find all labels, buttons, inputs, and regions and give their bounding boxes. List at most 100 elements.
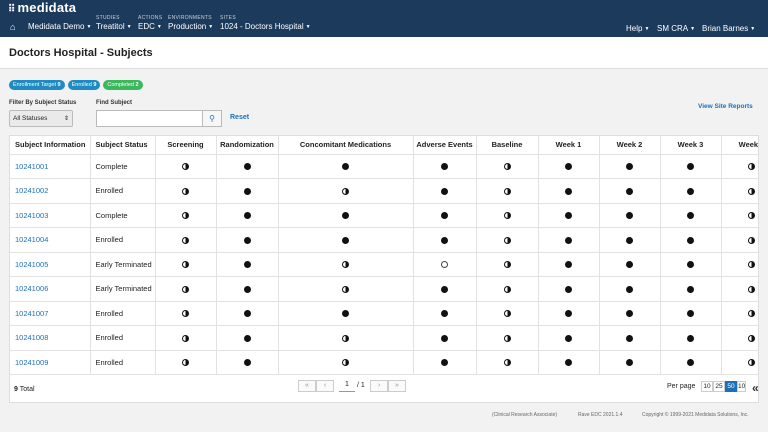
help-menu[interactable]: Help ▼	[626, 24, 649, 33]
folder-status-cell[interactable]	[155, 227, 217, 253]
table-row[interactable]: 10241001 Complete	[10, 154, 758, 179]
folder-status-cell[interactable]	[599, 252, 661, 277]
folder-status-cell[interactable]	[721, 325, 758, 351]
folder-status-cell[interactable]	[476, 276, 539, 302]
folder-status-cell[interactable]	[216, 301, 279, 326]
subject-id-link[interactable]: 10241009	[10, 350, 91, 375]
table-row[interactable]: 10241008 Enrolled	[10, 325, 758, 351]
table-row[interactable]: 10241004 Enrolled	[10, 227, 758, 253]
actions-menu[interactable]: ACTIONS EDC ▼	[138, 15, 162, 31]
folder-status-cell[interactable]	[599, 203, 661, 228]
folder-status-cell[interactable]	[413, 276, 477, 302]
folder-status-cell[interactable]	[721, 154, 758, 179]
collapse-panel-icon[interactable]: «	[752, 381, 759, 395]
per-page-25[interactable]: 25	[713, 381, 725, 392]
per-page-100[interactable]: 10	[737, 381, 746, 392]
folder-status-cell[interactable]	[660, 276, 722, 302]
table-row[interactable]: 10241003 Complete	[10, 203, 758, 228]
enrollment-target-badge[interactable]: Enrollment Target 9	[9, 80, 65, 90]
folder-status-cell[interactable]	[599, 301, 661, 326]
folder-status-cell[interactable]	[538, 350, 600, 375]
folder-status-cell[interactable]	[155, 154, 217, 179]
folder-status-cell[interactable]	[599, 227, 661, 253]
environment-menu[interactable]: ENVIRONMENTS Production ▼	[168, 15, 213, 31]
folder-status-cell[interactable]	[476, 252, 539, 277]
folder-status-cell[interactable]	[599, 276, 661, 302]
table-row[interactable]: 10241006 Early Terminated	[10, 276, 758, 302]
folder-status-cell[interactable]	[216, 203, 279, 228]
folder-status-cell[interactable]	[278, 178, 414, 204]
folder-status-cell[interactable]	[721, 227, 758, 253]
folder-status-cell[interactable]	[538, 227, 600, 253]
medidata-logo[interactable]: ⠿ medidata	[8, 0, 76, 15]
next-page-button[interactable]: ›	[370, 380, 388, 392]
folder-status-cell[interactable]	[660, 252, 722, 277]
subject-id-link[interactable]: 10241003	[10, 203, 91, 228]
folder-status-cell[interactable]	[413, 350, 477, 375]
study-menu[interactable]: STUDIES Treatitol ▼	[96, 15, 132, 31]
folder-status-cell[interactable]	[721, 276, 758, 302]
table-row[interactable]: 10241002 Enrolled	[10, 178, 758, 204]
folder-status-cell[interactable]	[278, 154, 414, 179]
folder-status-cell[interactable]	[660, 350, 722, 375]
subject-id-link[interactable]: 10241006	[10, 276, 91, 302]
folder-status-cell[interactable]	[721, 252, 758, 277]
folder-status-cell[interactable]	[413, 178, 477, 204]
table-row[interactable]: 10241007 Enrolled	[10, 301, 758, 326]
folder-status-cell[interactable]	[721, 203, 758, 228]
folder-status-cell[interactable]	[155, 350, 217, 375]
folder-status-cell[interactable]	[278, 252, 414, 277]
folder-status-cell[interactable]	[721, 350, 758, 375]
subject-id-link[interactable]: 10241005	[10, 252, 91, 277]
folder-status-cell[interactable]	[155, 276, 217, 302]
folder-status-cell[interactable]	[538, 203, 600, 228]
folder-status-cell[interactable]	[538, 154, 600, 179]
folder-status-cell[interactable]	[278, 227, 414, 253]
table-row[interactable]: 10241005 Early Terminated	[10, 252, 758, 277]
folder-status-cell[interactable]	[413, 325, 477, 351]
folder-status-cell[interactable]	[476, 178, 539, 204]
first-page-button[interactable]: «	[298, 380, 316, 392]
folder-status-cell[interactable]	[538, 252, 600, 277]
folder-status-cell[interactable]	[538, 301, 600, 326]
folder-status-cell[interactable]	[599, 325, 661, 351]
folder-status-cell[interactable]	[660, 203, 722, 228]
status-filter-select[interactable]: All Statuses ⇕	[9, 110, 73, 127]
folder-status-cell[interactable]	[413, 227, 477, 253]
folder-status-cell[interactable]	[413, 252, 477, 277]
folder-status-cell[interactable]	[216, 276, 279, 302]
folder-status-cell[interactable]	[660, 227, 722, 253]
org-menu[interactable]: Medidata Demo ▼	[28, 15, 91, 31]
folder-status-cell[interactable]	[278, 301, 414, 326]
folder-status-cell[interactable]	[155, 178, 217, 204]
prev-page-button[interactable]: ‹	[316, 380, 334, 392]
folder-status-cell[interactable]	[155, 203, 217, 228]
subject-id-link[interactable]: 10241008	[10, 325, 91, 351]
folder-status-cell[interactable]	[660, 325, 722, 351]
home-icon[interactable]: ⌂	[10, 22, 15, 32]
find-subject-input[interactable]	[96, 110, 203, 127]
folder-status-cell[interactable]	[538, 325, 600, 351]
folder-status-cell[interactable]	[476, 154, 539, 179]
role-menu[interactable]: SM CRA ▼	[657, 24, 695, 33]
folder-status-cell[interactable]	[721, 178, 758, 204]
folder-status-cell[interactable]	[538, 178, 600, 204]
folder-status-cell[interactable]	[155, 252, 217, 277]
folder-status-cell[interactable]	[660, 178, 722, 204]
user-menu[interactable]: Brian Barnes ▼	[702, 24, 755, 33]
folder-status-cell[interactable]	[476, 325, 539, 351]
folder-status-cell[interactable]	[216, 350, 279, 375]
folder-status-cell[interactable]	[216, 252, 279, 277]
subject-id-link[interactable]: 10241002	[10, 178, 91, 204]
folder-status-cell[interactable]	[599, 154, 661, 179]
folder-status-cell[interactable]	[155, 325, 217, 351]
folder-status-cell[interactable]	[476, 227, 539, 253]
folder-status-cell[interactable]	[476, 301, 539, 326]
folder-status-cell[interactable]	[599, 350, 661, 375]
folder-status-cell[interactable]	[278, 276, 414, 302]
per-page-50[interactable]: 50	[725, 381, 737, 392]
per-page-10[interactable]: 10	[701, 381, 713, 392]
folder-status-cell[interactable]	[721, 301, 758, 326]
folder-status-cell[interactable]	[216, 227, 279, 253]
folder-status-cell[interactable]	[216, 154, 279, 179]
